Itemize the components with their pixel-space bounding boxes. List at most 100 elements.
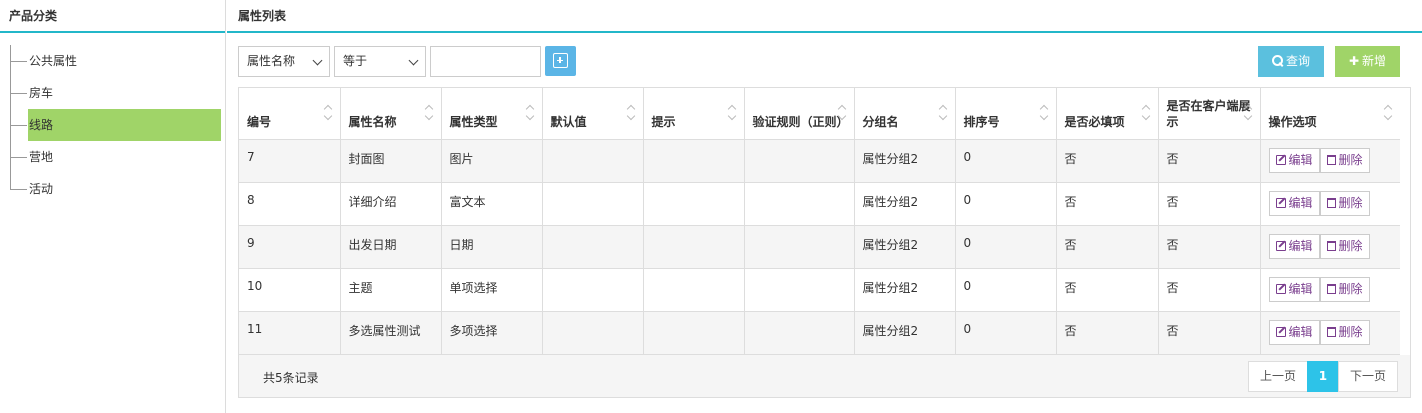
cell-order: 0 (955, 311, 1057, 355)
chevron-down-icon (312, 55, 323, 66)
tree-item[interactable]: 线路 (10, 109, 221, 141)
prev-page-button[interactable]: 上一页 (1247, 360, 1308, 392)
cell-hint (643, 225, 745, 269)
cell-type: 多项选择 (441, 311, 543, 355)
column-header[interactable]: 排序号 (955, 88, 1057, 140)
trash-icon (1326, 283, 1336, 294)
plus-icon: ✚ (1348, 54, 1360, 68)
column-header[interactable]: 提示 (643, 88, 745, 140)
delete-button-label: 删除 (1338, 324, 1363, 339)
edit-button[interactable]: 编辑 (1268, 233, 1320, 259)
operator-select[interactable]: 等于 (334, 46, 426, 77)
delete-button-label: 删除 (1338, 281, 1363, 296)
sort-icon (1244, 106, 1253, 120)
column-header-label: 编号 (247, 114, 272, 129)
edit-button[interactable]: 编辑 (1268, 190, 1320, 216)
attribute-table: 编号 属性名称 属性类型 默认值 提示 验证规则（正则） 分组名 排序号 是否必填项 是否在客户端… (239, 88, 1400, 355)
edit-button-label: 编辑 (1288, 324, 1313, 339)
cell-required: 否 (1056, 268, 1159, 312)
delete-button-label: 删除 (1338, 152, 1363, 167)
add-condition-button[interactable] (545, 46, 576, 76)
cell-actions: 编辑 删除 (1260, 225, 1400, 269)
cell-rule (744, 225, 855, 269)
tree-item[interactable]: 活动 (10, 173, 214, 205)
plus-square-icon (553, 53, 568, 68)
edit-button[interactable]: 编辑 (1268, 147, 1320, 173)
category-tree: 公共属性 房车 线路营地活动 (10, 45, 221, 205)
cell-show_client: 否 (1158, 139, 1261, 183)
table-footer: 共5条记录 上一页 1 下一页 (239, 354, 1410, 397)
column-header[interactable]: 编号 (239, 88, 341, 140)
tree-item-label: 营地 (29, 150, 54, 164)
edit-button[interactable]: 编辑 (1268, 319, 1320, 345)
edit-button[interactable]: 编辑 (1268, 276, 1320, 302)
cell-order: 0 (955, 268, 1057, 312)
sort-icon (1040, 106, 1049, 120)
tree-branch-line (10, 189, 27, 190)
column-header[interactable]: 是否在客户端展示 (1158, 88, 1261, 140)
column-header[interactable]: 操作选项 (1260, 88, 1400, 140)
column-header[interactable]: 默认值 (542, 88, 644, 140)
cell-name: 出发日期 (340, 225, 442, 269)
cell-name: 详细介绍 (340, 182, 442, 226)
table-row: 11 多选属性测试 多项选择 属性分组2 0 否否编辑 删除 (239, 311, 1400, 355)
sort-icon (627, 106, 636, 120)
cell-actions: 编辑 删除 (1260, 311, 1400, 355)
cell-show_client: 否 (1158, 311, 1261, 355)
edit-icon (1275, 240, 1286, 251)
column-header[interactable]: 分组名 (854, 88, 956, 140)
cell-actions: 编辑 删除 (1260, 139, 1400, 183)
delete-button[interactable]: 删除 (1319, 233, 1370, 259)
tree-item[interactable]: 房车 (10, 77, 214, 109)
column-header[interactable]: 属性类型 (441, 88, 543, 140)
cell-rule (744, 139, 855, 183)
cell-id: 10 (239, 268, 341, 312)
column-header-label: 分组名 (862, 114, 899, 129)
column-header[interactable]: 验证规则（正则） (744, 88, 855, 140)
delete-button[interactable]: 删除 (1319, 147, 1370, 173)
cell-group: 属性分组2 (854, 182, 956, 226)
category-panel: 产品分类 公共属性 房车 线路 营地 活动 (0, 0, 226, 413)
next-page-button[interactable]: 下一页 (1337, 360, 1398, 392)
column-header-label: 是否在客户端展示 (1166, 98, 1251, 129)
search-button[interactable]: 查询 (1258, 46, 1324, 77)
delete-button[interactable]: 删除 (1319, 190, 1370, 216)
cell-type: 日期 (441, 225, 543, 269)
tree-branch-line (10, 93, 27, 94)
cell-order: 0 (955, 225, 1057, 269)
cell-group: 属性分组2 (854, 139, 956, 183)
cell-group: 属性分组2 (854, 225, 956, 269)
sort-icon (939, 106, 948, 120)
cell-required: 否 (1056, 182, 1159, 226)
trash-icon (1326, 197, 1336, 208)
tree-item[interactable]: 营地 (10, 141, 214, 173)
delete-button[interactable]: 删除 (1319, 319, 1370, 345)
column-header[interactable]: 是否必填项 (1056, 88, 1159, 140)
column-header-label: 是否必填项 (1064, 114, 1125, 129)
cell-hint (643, 182, 745, 226)
column-header[interactable]: 属性名称 (340, 88, 442, 140)
cell-group: 属性分组2 (854, 268, 956, 312)
filter-value-input[interactable] (430, 46, 541, 77)
delete-button[interactable]: 删除 (1319, 276, 1370, 302)
cell-default (542, 225, 644, 269)
record-count: 共5条记录 (263, 370, 319, 385)
table-row: 10 主题 单项选择 属性分组2 0 否否编辑 删除 (239, 268, 1400, 312)
cell-default (542, 182, 644, 226)
sort-icon (324, 106, 333, 120)
cell-type: 单项选择 (441, 268, 543, 312)
field-select[interactable]: 属性名称 (238, 46, 330, 77)
edit-button-label: 编辑 (1288, 195, 1313, 210)
new-button[interactable]: ✚ 新增 (1335, 46, 1400, 77)
page-1-button[interactable]: 1 (1306, 360, 1339, 392)
cell-group: 属性分组2 (854, 311, 956, 355)
tree-branch-line (10, 125, 27, 126)
tree-item-label: 活动 (29, 182, 54, 196)
sort-icon (728, 106, 737, 120)
cell-show_client: 否 (1158, 268, 1261, 312)
cell-actions: 编辑 删除 (1260, 182, 1400, 226)
edit-icon (1275, 326, 1286, 337)
tree-item[interactable]: 公共属性 (10, 45, 214, 77)
field-select-value: 属性名称 (247, 54, 296, 68)
edit-button-label: 编辑 (1288, 238, 1313, 253)
